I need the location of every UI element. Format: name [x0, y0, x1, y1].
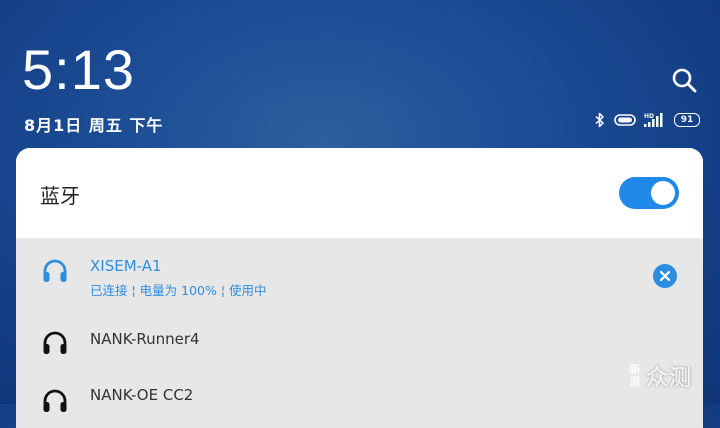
search-icon	[672, 68, 697, 93]
bluetooth-panel-header: 蓝牙	[16, 148, 703, 238]
device-list: XISEM-A1 已连接 ¦ 电量为 100% ¦ 使用中 NANK-Runne…	[16, 238, 703, 428]
watermark-big-text: 众测	[646, 366, 693, 391]
bluetooth-title: 蓝牙	[40, 184, 80, 208]
svg-text:HD: HD	[644, 113, 654, 120]
bluetooth-toggle[interactable]	[619, 177, 679, 209]
disconnect-button[interactable]	[653, 264, 677, 288]
date-label: 8月1日 周五 下午	[24, 116, 164, 135]
headphones-icon	[43, 259, 67, 282]
status-bar-icons: HD 91	[594, 112, 700, 128]
hd-signal-icon: HD	[644, 112, 666, 128]
battery-indicator: 91	[674, 113, 700, 127]
device-name: NANK-Runner4	[90, 330, 200, 348]
watermark-small-text: 新浪	[629, 363, 641, 388]
headphones-icon	[43, 389, 67, 412]
headset-link-icon	[614, 113, 636, 127]
toggle-knob	[651, 181, 675, 205]
device-name: NANK-OE CC2	[90, 386, 194, 404]
device-item-xisem-a1[interactable]: XISEM-A1 已连接 ¦ 电量为 100% ¦ 使用中	[16, 238, 703, 302]
device-item-nank-oe-cc2[interactable]: NANK-OE CC2	[16, 366, 703, 428]
clock-time: 5:13	[22, 38, 135, 101]
device-name: XISEM-A1	[90, 257, 162, 275]
bluetooth-panel: 蓝牙 XISEM-A1 已连接 ¦ 电量为 100% ¦ 使用中 NANK-Ru…	[16, 148, 703, 428]
close-icon	[659, 270, 671, 282]
bluetooth-icon	[594, 112, 606, 128]
search-button[interactable]	[670, 66, 698, 94]
headphones-icon	[43, 331, 67, 354]
device-item-nank-runner4[interactable]: NANK-Runner4	[16, 302, 703, 366]
device-status: 已连接 ¦ 电量为 100% ¦ 使用中	[90, 283, 267, 298]
watermark-logo: 新浪 众测	[628, 356, 714, 396]
